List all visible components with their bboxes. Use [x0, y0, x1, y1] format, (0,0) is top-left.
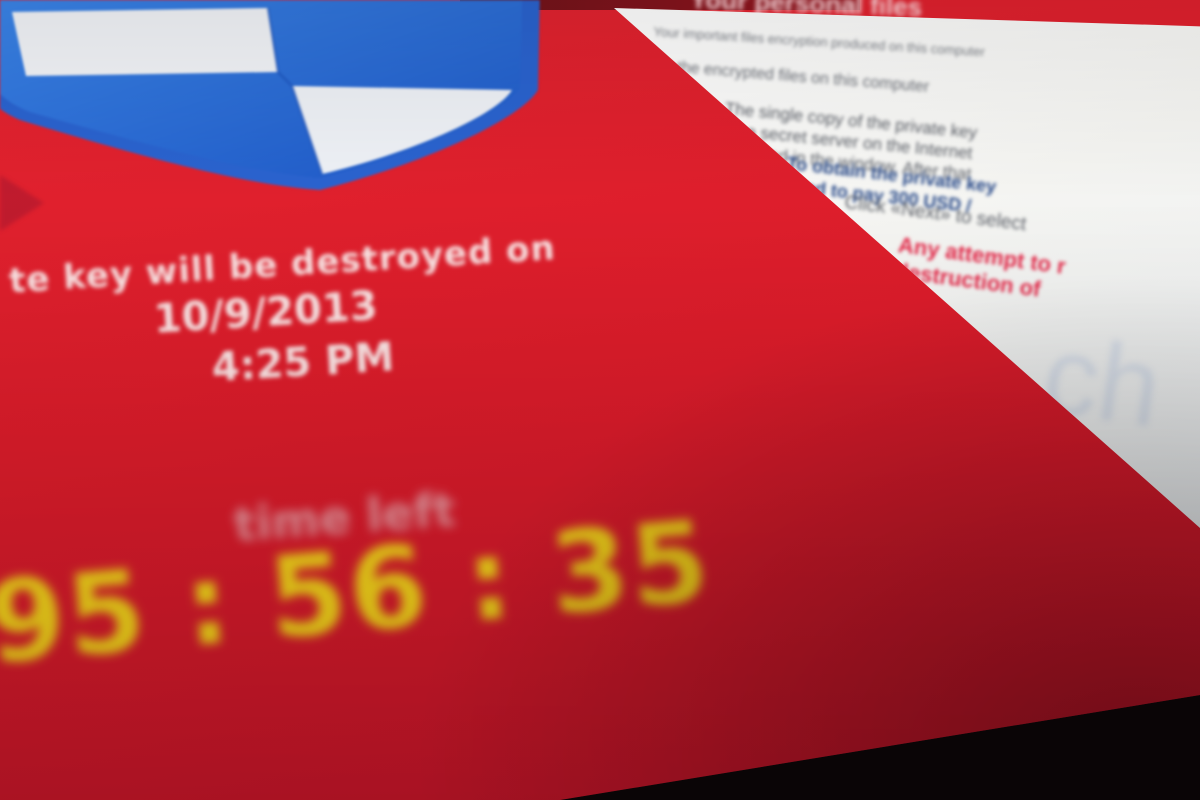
countdown-separator: : — [179, 538, 238, 673]
photo-of-screen: Your personal files te key will be destr… — [0, 0, 1200, 800]
panel-paragraph-1: the encrypted files on this computer — [676, 58, 930, 96]
shield-icon — [0, 0, 540, 190]
countdown-separator: : — [460, 514, 519, 648]
panel-top-line: Your important files encryption produced… — [653, 24, 986, 60]
countdown-minutes: 56 — [263, 521, 435, 665]
countdown-seconds: 35 — [545, 496, 716, 641]
countdown-hours: 95 — [0, 546, 153, 690]
back-arrow-icon[interactable] — [0, 175, 44, 231]
